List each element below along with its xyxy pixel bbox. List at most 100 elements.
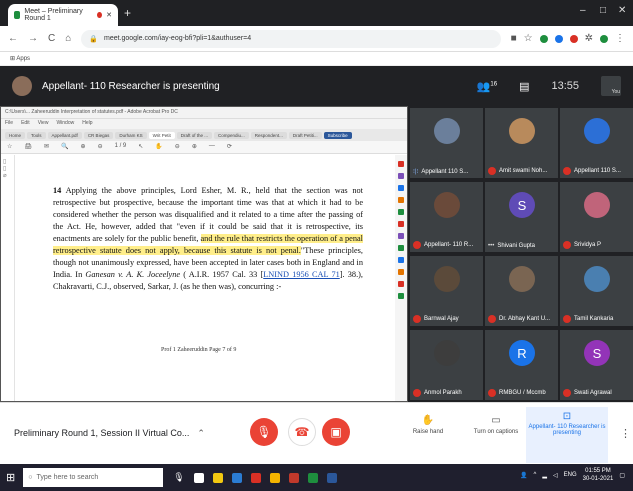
tool-icon[interactable] xyxy=(398,293,404,299)
pdf-tab[interactable]: Home xyxy=(5,131,26,139)
person-icon[interactable]: 👤 xyxy=(520,472,527,479)
page-down-icon[interactable]: ⊖ xyxy=(98,143,103,151)
reload-icon[interactable]: C xyxy=(48,33,55,44)
word-icon[interactable] xyxy=(231,472,242,483)
tray-clock[interactable]: 01:55 PM 30-01-2021 xyxy=(583,467,614,483)
select-tool-icon[interactable]: ↖ xyxy=(138,143,143,151)
pdf-tab[interactable]: Draft of the ... xyxy=(176,131,213,139)
menu-item[interactable]: Edit xyxy=(21,120,30,128)
task-view-icon[interactable] xyxy=(193,472,204,483)
tool-icon[interactable] xyxy=(398,185,404,191)
subscribe-button[interactable]: Subscribe xyxy=(323,131,352,139)
new-tab-button[interactable]: + xyxy=(124,6,131,20)
tab-close-icon[interactable]: ✕ xyxy=(106,11,112,19)
close-window-button[interactable]: ✕ xyxy=(618,5,626,16)
pdf-tab[interactable]: Respondent... xyxy=(250,131,287,139)
tool-icon[interactable] xyxy=(398,197,404,203)
attachment-icon[interactable]: ⌀ xyxy=(3,172,12,179)
extension-green-icon[interactable] xyxy=(539,34,548,43)
mic-toggle-button[interactable]: 🎙 xyxy=(250,418,278,446)
tool-icon[interactable] xyxy=(398,281,404,287)
tool-icon[interactable] xyxy=(398,233,404,239)
menu-item[interactable]: View xyxy=(38,120,49,128)
chrome-icon[interactable] xyxy=(269,472,280,483)
pdf-app-icon[interactable] xyxy=(250,472,261,483)
tool-icon[interactable] xyxy=(398,221,404,227)
pdf-tab[interactable]: Compendiu... xyxy=(214,131,249,139)
apps-bookmark[interactable]: Apps xyxy=(16,56,30,62)
more-options-icon[interactable]: ⋮ xyxy=(620,427,631,440)
star-icon[interactable]: ☆ xyxy=(524,33,533,44)
menu-item[interactable]: Window xyxy=(56,120,74,128)
omnibox[interactable]: 🔒 meet.google.com/iay-eog-bfi?pli=1&auth… xyxy=(81,29,501,48)
apps-grid-icon[interactable]: ⊞ xyxy=(10,56,15,62)
menu-kebab-icon[interactable]: ⋮ xyxy=(615,33,625,44)
profile-avatar[interactable] xyxy=(600,34,608,43)
tool-icon[interactable] xyxy=(398,257,404,263)
self-view-tile[interactable]: You xyxy=(601,76,621,96)
hand-tool-icon[interactable]: ✋ xyxy=(155,143,162,151)
pdf-tab[interactable]: Tools xyxy=(27,131,46,139)
zoom-out-icon[interactable]: ⊖ xyxy=(175,143,180,151)
menu-item[interactable]: Help xyxy=(82,120,92,128)
tool-icon[interactable] xyxy=(398,245,404,251)
language-indicator[interactable]: ENG xyxy=(564,472,577,478)
participant-tile[interactable]: S ••• Shivani Gupta xyxy=(485,182,558,252)
citation-link[interactable]: LNIND 1956 CAL 71 xyxy=(263,270,340,279)
pdf-tab[interactable]: CR Biegas xyxy=(83,131,114,139)
participant-tile[interactable]: Tamil Kankaria xyxy=(560,256,633,326)
camera-toggle-button[interactable]: ▣ xyxy=(322,418,350,446)
captions-button[interactable]: ▭ Turn on captions xyxy=(466,415,526,435)
participants-button[interactable]: 👥16 xyxy=(477,80,497,93)
participant-tile[interactable]: Appellant 110 S... xyxy=(560,108,633,178)
camera-icon[interactable]: ■ xyxy=(511,33,517,44)
pdf-tab-active[interactable]: Writ Petit xyxy=(148,131,175,139)
bookmark-panel-icon[interactable]: ▯ xyxy=(3,165,12,172)
menu-item[interactable]: File xyxy=(5,120,13,128)
page-indicator[interactable]: 1 / 9 xyxy=(115,143,127,151)
page-up-icon[interactable]: ⊕ xyxy=(81,143,86,151)
participant-tile[interactable]: R RMBGU / Mccmb xyxy=(485,330,558,400)
tool-icon[interactable] xyxy=(398,161,404,167)
forward-arrow-icon[interactable]: → xyxy=(28,33,38,44)
raise-hand-button[interactable]: ✋ Raise hand xyxy=(398,415,458,435)
pdf-tab[interactable]: Appellant.pdf xyxy=(47,131,82,139)
puzzle-icon[interactable]: ✲ xyxy=(585,33,593,44)
leave-call-button[interactable]: ☎ xyxy=(288,418,316,446)
rotate-icon[interactable]: ⟳ xyxy=(227,143,232,151)
participant-tile[interactable]: Dr. Abhay Kant U... xyxy=(485,256,558,326)
minimize-button[interactable]: – xyxy=(580,5,586,16)
participant-tile[interactable]: ⁝|⁝ Appellant 110 S... xyxy=(410,108,483,178)
taskbar-search[interactable]: ○ Type here to search xyxy=(23,468,164,487)
participant-tile[interactable]: Anmol Parakh xyxy=(410,330,483,400)
participant-tile[interactable]: Amit swami Noh... xyxy=(485,108,558,178)
bookmark-icon[interactable]: ☆ xyxy=(7,143,12,151)
participant-tile[interactable]: Appellant- 110 R... xyxy=(410,182,483,252)
zoom-in-icon[interactable]: ⊕ xyxy=(192,143,197,151)
presenting-button[interactable]: ⊡ Appellant- 110 Researcher is presentin… xyxy=(526,407,608,463)
print-icon[interactable]: 🖨 xyxy=(24,143,32,151)
file-explorer-icon[interactable] xyxy=(212,472,223,483)
volume-icon[interactable]: ◁ xyxy=(553,472,558,479)
app-icon[interactable] xyxy=(326,472,337,483)
network-icon[interactable]: ▂ xyxy=(542,472,547,479)
extension-blue-icon[interactable] xyxy=(554,34,563,43)
search-icon[interactable]: 🔍 xyxy=(61,143,68,151)
maximize-button[interactable]: □ xyxy=(600,5,606,16)
excel-icon[interactable] xyxy=(307,472,318,483)
chevron-up-icon[interactable]: ^ xyxy=(534,472,537,478)
pdf-tab[interactable]: Draft Petiti... xyxy=(288,131,322,139)
meeting-details-button[interactable]: Preliminary Round 1, Session II Virtual … xyxy=(14,428,205,439)
participant-tile[interactable]: S Swati Agrawal xyxy=(560,330,633,400)
participant-tile[interactable]: Barnwal Ajay xyxy=(410,256,483,326)
email-icon[interactable]: ✉ xyxy=(44,143,49,151)
tool-icon[interactable] xyxy=(398,173,404,179)
pdf-tab[interactable]: Durham KS xyxy=(115,131,147,139)
notification-icon[interactable]: ▢ xyxy=(619,472,625,479)
acrobat-icon[interactable] xyxy=(288,472,299,483)
page-thumbnail-icon[interactable]: ▯ xyxy=(3,158,12,165)
extension-red-icon[interactable] xyxy=(569,34,578,43)
home-icon[interactable]: ⌂ xyxy=(65,33,71,44)
back-arrow-icon[interactable]: ← xyxy=(8,33,18,44)
browser-tab[interactable]: Meet – Preliminary Round 1 ✕ xyxy=(8,4,118,26)
